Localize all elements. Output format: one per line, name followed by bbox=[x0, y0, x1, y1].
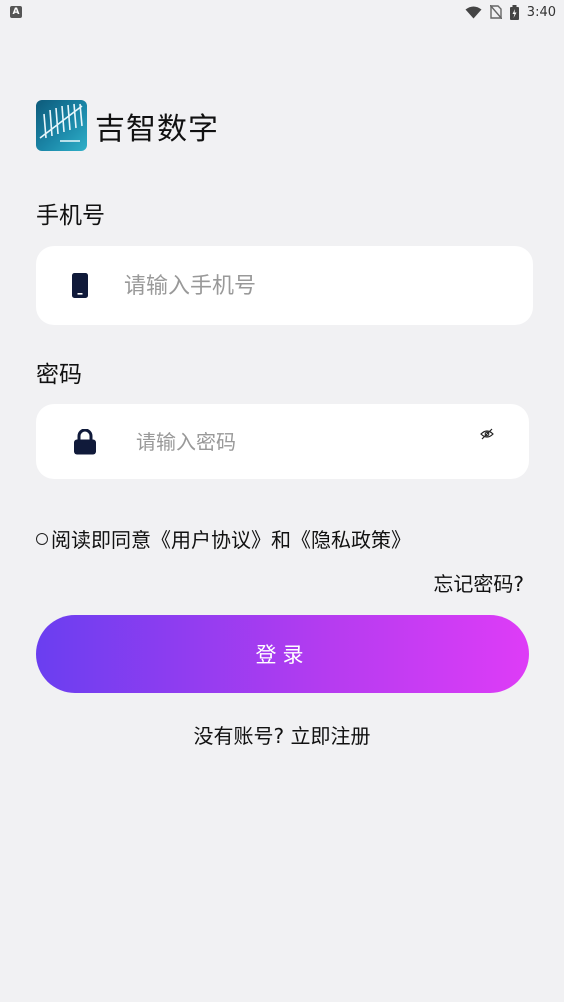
lock-icon bbox=[74, 429, 96, 455]
app-logo-icon bbox=[36, 100, 87, 151]
battery-charging-icon bbox=[509, 4, 519, 20]
status-bar-left: A bbox=[10, 6, 22, 18]
status-time: 3:40 bbox=[526, 4, 556, 20]
privacy-policy-link[interactable]: 《隐私政策》 bbox=[291, 524, 411, 553]
no-sim-icon bbox=[489, 5, 502, 19]
agreement-and: 和 bbox=[271, 528, 291, 552]
user-agreement-link[interactable]: 《用户协议》 bbox=[151, 524, 271, 553]
status-bar-right: 3:40 bbox=[465, 4, 556, 20]
register-prompt: 没有账号? bbox=[193, 724, 285, 748]
agreement-prefix: 阅读即同意 bbox=[51, 528, 151, 552]
register-link[interactable]: 立即注册 bbox=[284, 724, 370, 748]
password-input[interactable] bbox=[136, 424, 456, 460]
phone-icon bbox=[72, 273, 88, 298]
phone-label: 手机号 bbox=[36, 203, 105, 229]
password-label: 密码 bbox=[36, 362, 82, 388]
notification-a-icon: A bbox=[10, 6, 22, 18]
register-row: 没有账号? 立即注册 bbox=[0, 720, 564, 749]
wifi-icon bbox=[465, 6, 482, 18]
phone-input-container[interactable] bbox=[36, 246, 533, 325]
agreement-radio[interactable] bbox=[36, 532, 48, 545]
brand-header: 吉智数字 bbox=[36, 100, 219, 151]
forgot-password-link[interactable]: 忘记密码? bbox=[433, 568, 524, 597]
phone-input[interactable] bbox=[124, 268, 504, 304]
status-bar: A 3:40 bbox=[0, 0, 564, 24]
login-button[interactable]: 登录 bbox=[36, 615, 529, 693]
app-name: 吉智数字 bbox=[95, 111, 219, 147]
agreement-row: 阅读即同意 《用户协议》 和 《隐私政策》 bbox=[36, 524, 411, 553]
eye-off-icon[interactable] bbox=[480, 428, 494, 440]
password-input-container[interactable] bbox=[36, 404, 529, 479]
